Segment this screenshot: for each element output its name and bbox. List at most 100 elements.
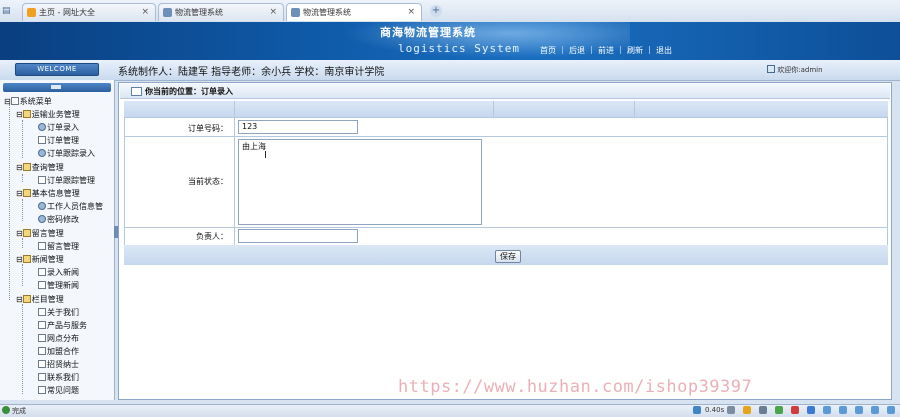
folder-icon: [22, 189, 31, 197]
document-icon: [38, 347, 46, 355]
download-icon[interactable]: [775, 406, 783, 414]
sidebar-item-contact[interactable]: 联系我们: [38, 372, 79, 384]
document-icon: [38, 360, 46, 368]
ime-icon[interactable]: [807, 406, 815, 414]
tab-label: 物流管理系统: [303, 8, 351, 17]
status-textarea[interactable]: 由上海: [238, 139, 482, 225]
sidebar-group-query[interactable]: ⊟ 查询管理: [16, 162, 64, 174]
user-greeting: 欢迎你:admin: [767, 65, 823, 75]
sidebar-item-order-track-entry[interactable]: 订单跟踪录入: [38, 148, 95, 160]
sidebar-item-faq[interactable]: 常见问题: [38, 385, 79, 397]
sidebar-item-products[interactable]: 产品与服务: [38, 320, 87, 332]
collapse-icon: ⊟: [16, 110, 23, 119]
document-icon: [38, 386, 46, 394]
nav-exit-link[interactable]: 退出: [656, 45, 672, 56]
speed-icon: [693, 406, 701, 414]
tab-label: 物流管理系统: [175, 8, 223, 17]
collapse-icon: ⊟: [16, 255, 23, 264]
sidebar-group-messages[interactable]: ⊟ 留言管理: [16, 228, 64, 240]
sidebar-item-staff-info[interactable]: 工作人员信息管: [38, 201, 103, 213]
folder-icon: [22, 110, 31, 118]
sidebar-group-news[interactable]: ⊟ 新闻管理: [16, 254, 64, 266]
browser-tab-logistics-2[interactable]: 物流管理系统 ×: [286, 3, 422, 21]
document-icon: [38, 334, 46, 342]
sidebar-root[interactable]: ⊟ 系统菜单: [4, 96, 52, 108]
close-icon[interactable]: ×: [269, 4, 277, 21]
owner-input[interactable]: [238, 229, 358, 243]
sidebar-group-transport[interactable]: ⊟ 运输业务管理: [16, 109, 80, 121]
user-icon: [767, 65, 775, 73]
order-no-input[interactable]: 123: [238, 120, 358, 134]
collapse-icon: ⊟: [16, 189, 23, 198]
settings-icon[interactable]: [839, 406, 847, 414]
status-text: 完成: [12, 407, 26, 415]
collapse-icon: ⊟: [16, 163, 23, 172]
document-icon: [38, 308, 46, 316]
document-icon: [38, 268, 46, 276]
sidebar-group-basic-info[interactable]: ⊟ 基本信息管理: [16, 188, 80, 200]
watermark: https://www.huzhan.com/ishop39397: [398, 377, 753, 397]
sidebar-item-add-news[interactable]: 录入新闻: [38, 267, 79, 279]
folder-icon: [22, 163, 31, 171]
done-icon: [2, 406, 10, 414]
menu-icon[interactable]: [871, 406, 879, 414]
page-icon: [291, 8, 300, 17]
save-button[interactable]: 保存: [495, 250, 521, 263]
folder-icon: [22, 229, 31, 237]
folder-icon: [22, 295, 31, 303]
sidebar-item-order-manage[interactable]: 订单管理: [38, 135, 79, 147]
document-icon: [38, 242, 46, 250]
sidebar-item-password[interactable]: 密码修改: [38, 214, 79, 226]
sidebar-group-columns[interactable]: ⊟ 栏目管理: [16, 294, 64, 306]
new-tab-button[interactable]: +: [430, 5, 442, 17]
gear-icon: [38, 149, 46, 157]
breadcrumb-bar: [120, 84, 890, 99]
sidebar-collapse-handle[interactable]: [3, 83, 111, 92]
nav-forward-link[interactable]: 前进: [598, 45, 614, 56]
status-label: 当前状态：: [188, 177, 228, 186]
sidebar-item-order-track-manage[interactable]: 订单跟踪管理: [38, 175, 95, 187]
sidebar-item-about[interactable]: 关于我们: [38, 307, 79, 319]
browser-tab-home[interactable]: 主页 - 网址大全 ×: [22, 3, 156, 21]
document-icon: [38, 281, 46, 289]
site-title: 商海物流管理系统: [380, 26, 476, 39]
collapse-icon: ⊟: [4, 97, 11, 106]
mic-icon[interactable]: [759, 406, 767, 414]
wrench-icon[interactable]: [887, 406, 895, 414]
page-icon: [163, 8, 172, 17]
sidebar-item-message-manage[interactable]: 留言管理: [38, 241, 79, 253]
sidebar-item-order-entry[interactable]: 订单录入: [38, 122, 79, 134]
folder-icon: [10, 97, 19, 105]
tab-menu-icon[interactable]: ▤: [2, 5, 14, 17]
welcome-badge: WELCOME: [15, 63, 99, 76]
nav-refresh-link[interactable]: 刷新: [627, 45, 643, 56]
close-icon[interactable]: ×: [141, 4, 149, 21]
user-name: 欢迎你:admin: [777, 66, 823, 74]
order-no-label: 订单号码：: [188, 124, 228, 133]
sidebar-item-outlets[interactable]: 网点分布: [38, 333, 79, 345]
site-subtitle: logistics System: [398, 42, 520, 55]
tools-icon[interactable]: [823, 406, 831, 414]
gear-icon: [38, 123, 46, 131]
breadcrumb: 你当前的位置：订单录入: [145, 87, 233, 96]
home-icon: [27, 8, 36, 17]
share-icon[interactable]: [855, 406, 863, 414]
sidebar-item-recruit[interactable]: 招贤纳士: [38, 359, 79, 371]
tab-label: 主页 - 网址大全: [39, 8, 95, 17]
close-icon[interactable]: ×: [407, 4, 415, 21]
sidebar-item-franchise[interactable]: 加盟合作: [38, 346, 79, 358]
document-icon: [38, 373, 46, 381]
browser-tab-logistics-1[interactable]: 物流管理系统 ×: [158, 3, 284, 21]
zoom-icon[interactable]: [727, 406, 735, 414]
nav-back-link[interactable]: 后退: [569, 45, 585, 56]
document-icon: [38, 321, 46, 329]
adblock-icon[interactable]: [791, 406, 799, 414]
sidebar-item-manage-news[interactable]: 管理新闻: [38, 280, 79, 292]
credits-text: 系统制作人：陆建军 指导老师：余小兵 学校：南京审计学院: [118, 67, 385, 78]
owner-label: 负责人：: [196, 232, 228, 241]
sound-icon[interactable]: [743, 406, 751, 414]
load-time: 0.40s: [705, 406, 725, 414]
nav-home-link[interactable]: 首页: [540, 45, 556, 56]
collapse-icon: ⊟: [16, 229, 23, 238]
key-icon: [38, 215, 46, 223]
